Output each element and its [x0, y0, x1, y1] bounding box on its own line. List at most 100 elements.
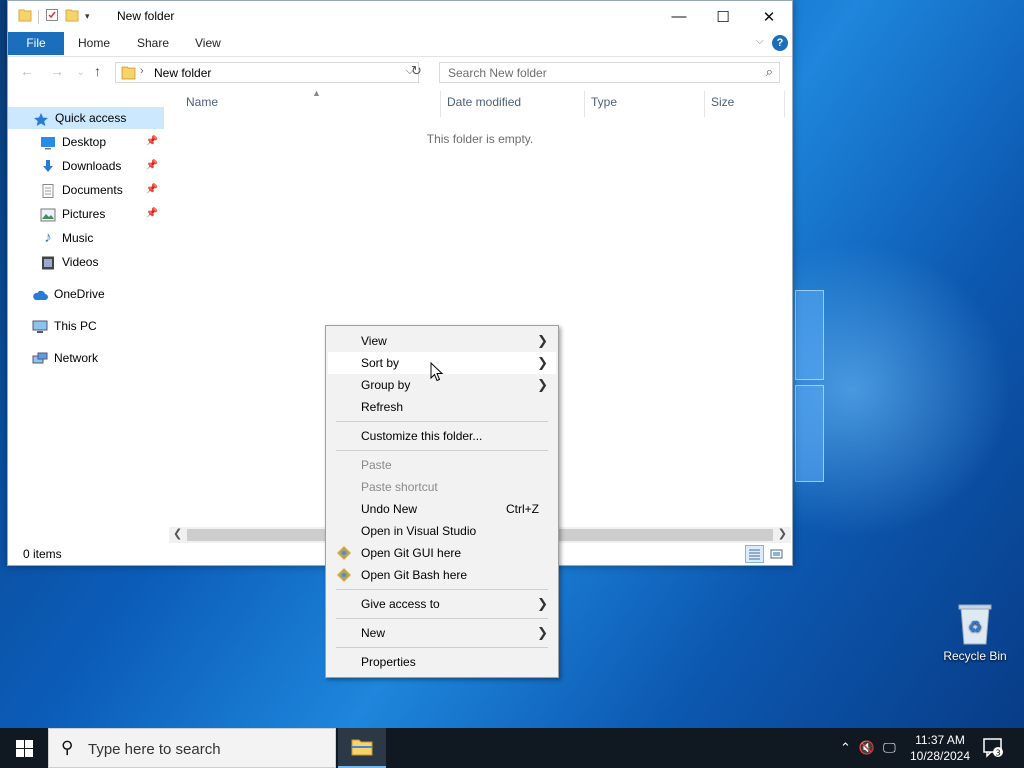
pictures-icon: [40, 207, 56, 222]
sidebar-item-onedrive[interactable]: OneDrive: [32, 283, 164, 305]
column-divider[interactable]: [584, 91, 585, 117]
menu-separator: [336, 647, 548, 648]
column-header-type[interactable]: Type: [591, 95, 617, 109]
wallpaper-logo-pane: [795, 385, 824, 482]
menu-item-refresh[interactable]: Refresh: [328, 396, 556, 418]
menu-item-undo-new[interactable]: Undo New Ctrl+Z: [328, 498, 556, 520]
shortcut-hint: Ctrl+Z: [506, 502, 539, 516]
chevron-down-icon[interactable]: ⌵: [756, 35, 764, 48]
maximize-button[interactable]: ☐: [700, 1, 746, 32]
pin-icon[interactable]: 📌: [146, 203, 158, 225]
sidebar-item-videos[interactable]: Videos: [40, 251, 164, 273]
sidebar-item-quick-access[interactable]: Quick access: [8, 107, 164, 129]
git-bash-icon: [337, 568, 351, 582]
sidebar-item-downloads[interactable]: Downloads 📌: [40, 155, 164, 177]
network-status-icon[interactable]: 🖵: [883, 740, 896, 756]
menu-item-paste-shortcut: Paste shortcut: [328, 476, 556, 498]
menu-item-label: Open in Visual Studio: [361, 524, 477, 538]
column-divider[interactable]: [784, 91, 785, 117]
recent-locations-icon[interactable]: ⌄: [77, 67, 85, 78]
clock[interactable]: 11:37 AM 10/28/2024: [905, 732, 975, 764]
scroll-right-icon[interactable]: ❯: [778, 527, 787, 540]
taskbar-search-placeholder: Type here to search: [88, 741, 221, 758]
sidebar-item-label: Desktop: [62, 135, 107, 149]
minimize-button[interactable]: —: [656, 1, 702, 32]
menu-item-open-git-bash[interactable]: Open Git Bash here: [328, 564, 556, 586]
menu-item-label: View: [361, 334, 387, 348]
column-divider[interactable]: [440, 91, 441, 117]
recycle-bin[interactable]: ♻ Recycle Bin: [936, 600, 1014, 663]
clock-time: 11:37 AM: [915, 733, 965, 747]
menu-item-open-visual-studio[interactable]: Open in Visual Studio: [328, 520, 556, 542]
menu-item-open-git-gui[interactable]: Open Git GUI here: [328, 542, 556, 564]
chevron-right-icon[interactable]: ›: [140, 65, 144, 77]
sidebar-item-label: Music: [62, 231, 94, 245]
column-divider[interactable]: [704, 91, 705, 117]
customize-toolbar-icon[interactable]: ▾: [85, 11, 90, 22]
svg-text:♻: ♻: [968, 617, 982, 636]
toolbar-divider: [38, 9, 39, 24]
volume-muted-icon[interactable]: 🔇: [859, 740, 875, 756]
address-bar[interactable]: › New folder ⌵: [115, 62, 419, 83]
action-center-button[interactable]: 3: [983, 738, 1005, 761]
sidebar-item-label: Quick access: [55, 111, 127, 125]
status-item-count: 0 items: [23, 547, 62, 561]
details-view-button[interactable]: [745, 545, 764, 563]
column-header-name[interactable]: Name: [186, 95, 218, 109]
sidebar-item-label: Pictures: [62, 207, 106, 221]
pin-icon[interactable]: 📌: [146, 155, 158, 177]
title-bar[interactable]: ▾ New folder — ☐ ✕: [8, 1, 792, 32]
menu-item-customize-folder[interactable]: Customize this folder...: [328, 425, 556, 447]
tab-home[interactable]: Home: [78, 32, 110, 55]
forward-arrow-icon[interactable]: →: [50, 63, 64, 79]
taskbar-file-explorer-button[interactable]: [338, 728, 386, 768]
pin-icon[interactable]: 📌: [146, 131, 158, 153]
sidebar-item-music[interactable]: ♪ Music: [40, 227, 164, 249]
recycle-bin-label: Recycle Bin: [943, 649, 1007, 663]
tab-share[interactable]: Share: [137, 32, 169, 55]
menu-item-give-access[interactable]: Give access to ❯: [328, 593, 556, 615]
menu-item-view[interactable]: View ❯: [328, 330, 556, 352]
close-button[interactable]: ✕: [746, 1, 792, 32]
search-input[interactable]: Search New folder ⌕: [439, 62, 780, 83]
refresh-icon[interactable]: ↻: [411, 63, 422, 79]
document-icon: [40, 183, 56, 198]
show-hidden-icons-icon[interactable]: ⌃: [840, 740, 851, 756]
sidebar-item-network[interactable]: Network: [32, 347, 164, 369]
sidebar-item-documents[interactable]: Documents 📌: [40, 179, 164, 201]
menu-separator: [336, 421, 548, 422]
tab-file[interactable]: File: [8, 32, 64, 55]
tab-view[interactable]: View: [195, 32, 221, 55]
column-header-size[interactable]: Size: [711, 95, 734, 109]
start-button[interactable]: [0, 728, 48, 768]
search-icon: ⚲: [61, 738, 74, 757]
recycle-bin-icon: ♻: [958, 604, 992, 645]
column-header-date-modified[interactable]: Date modified: [447, 95, 521, 109]
large-icons-view-button[interactable]: [767, 545, 786, 563]
pin-icon[interactable]: 📌: [146, 179, 158, 201]
chevron-right-icon: ❯: [537, 377, 548, 392]
sort-ascending-icon: ▲: [312, 88, 321, 98]
up-arrow-icon[interactable]: ↑: [94, 63, 101, 79]
help-icon[interactable]: ?: [772, 35, 788, 51]
computer-icon: [32, 319, 48, 333]
sidebar-item-desktop[interactable]: Desktop 📌: [40, 131, 164, 153]
back-arrow-icon[interactable]: ←: [20, 63, 34, 79]
file-explorer-icon: [351, 739, 373, 756]
properties-icon[interactable]: [45, 8, 59, 25]
sidebar-item-pictures[interactable]: Pictures 📌: [40, 203, 164, 225]
taskbar-search-box[interactable]: ⚲ Type here to search: [48, 728, 336, 768]
large-icons-view-icon: [770, 549, 783, 559]
sidebar-item-this-pc[interactable]: This PC: [32, 315, 164, 337]
search-icon: ⌕: [765, 64, 773, 79]
menu-item-new[interactable]: New ❯: [328, 622, 556, 644]
scroll-left-icon[interactable]: ❮: [173, 527, 182, 540]
window-title: New folder: [117, 9, 175, 23]
folder-icon: [121, 65, 136, 83]
network-icon: [32, 351, 48, 365]
menu-item-properties[interactable]: Properties: [328, 651, 556, 673]
new-folder-icon[interactable]: [65, 8, 79, 25]
sidebar-item-label: Downloads: [62, 159, 122, 173]
windows-logo-icon: [15, 739, 33, 757]
menu-item-label: Paste: [361, 458, 392, 472]
